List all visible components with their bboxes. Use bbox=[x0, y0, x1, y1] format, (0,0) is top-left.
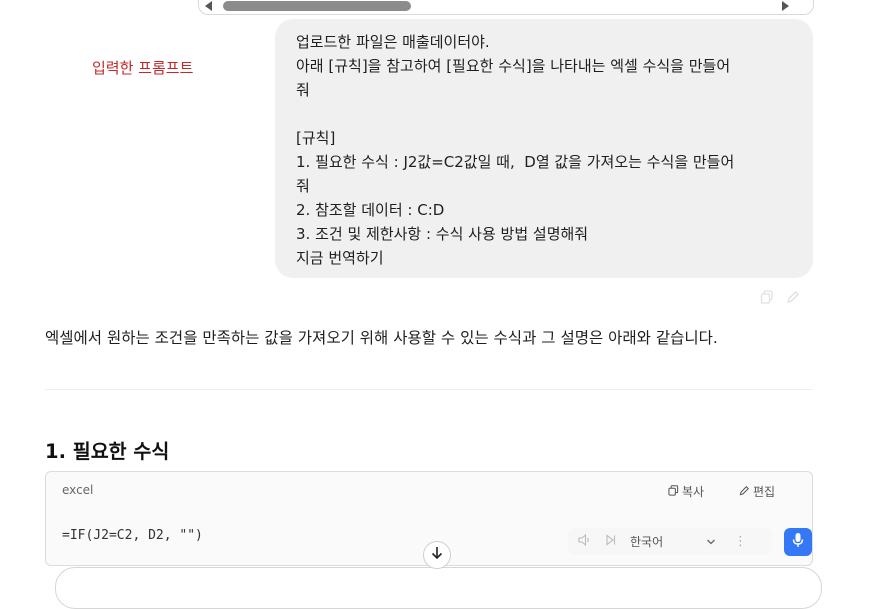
edit-code-button[interactable]: 편집 bbox=[739, 483, 775, 500]
scroll-track[interactable] bbox=[213, 0, 791, 12]
prompt-annotation-label: 입력한 프롬프트 bbox=[92, 59, 194, 77]
answer-intro-text: 엑셀에서 원하는 조건을 만족하는 값을 가져오기 위해 사용할 수 있는 수식… bbox=[45, 329, 718, 347]
copy-code-button[interactable]: 복사 bbox=[668, 483, 704, 500]
user-message-bubble: 업로드한 파일은 매출데이터야. 아래 [규칙]을 참고하여 [필요한 수식]을… bbox=[275, 19, 813, 278]
horizontal-scrollbar[interactable] bbox=[198, 0, 814, 15]
message-line: 줘 bbox=[296, 177, 310, 195]
edit-message-icon[interactable] bbox=[786, 290, 800, 308]
translate-now-link[interactable]: 지금 번역하기 bbox=[296, 246, 793, 270]
message-line: [규칙] bbox=[296, 129, 336, 147]
message-line: 2. 참조할 데이터 : C:D bbox=[296, 201, 445, 219]
message-line: 줘 bbox=[296, 81, 310, 99]
chevron-down-icon[interactable] bbox=[706, 535, 716, 549]
code-content: =IF(J2=C2, D2, "") bbox=[62, 528, 203, 543]
scroll-right-arrow-icon[interactable] bbox=[782, 1, 789, 11]
message-line: 업로드한 파일은 매출데이터야. bbox=[296, 33, 490, 51]
copy-code-label: 복사 bbox=[682, 485, 705, 499]
microphone-button[interactable] bbox=[784, 528, 812, 556]
message-line: 1. 필요한 수식 : J2값=C2값일 때, D열 값을 가져오는 수식을 만… bbox=[296, 153, 735, 171]
copy-icon bbox=[668, 484, 679, 499]
message-line bbox=[296, 102, 793, 126]
scroll-thumb[interactable] bbox=[223, 1, 411, 11]
edit-code-label: 편집 bbox=[753, 485, 776, 499]
more-vertical-icon[interactable]: ⋮ bbox=[734, 534, 747, 549]
scroll-left-arrow-icon[interactable] bbox=[205, 1, 212, 11]
speaker-icon[interactable] bbox=[578, 533, 592, 549]
scroll-to-bottom-button[interactable] bbox=[423, 541, 451, 569]
next-content-card bbox=[55, 567, 822, 609]
message-line: 아래 [규칙]을 참고하여 [필요한 수식]을 나타내는 엑셀 수식을 만들어 bbox=[296, 57, 731, 75]
section-heading: 1. 필요한 수식 bbox=[45, 440, 170, 463]
section-divider bbox=[45, 389, 813, 390]
microphone-icon bbox=[791, 532, 805, 552]
code-language-label: excel bbox=[62, 483, 94, 497]
text-to-speech-bar: 한국어 ⋮ bbox=[568, 528, 772, 555]
skip-icon[interactable] bbox=[606, 534, 616, 549]
message-line: 3. 조건 및 제한사항 : 수식 사용 방법 설명해줘 bbox=[296, 225, 589, 243]
pencil-icon bbox=[739, 485, 750, 499]
arrow-down-icon bbox=[431, 546, 443, 564]
message-actions bbox=[760, 290, 800, 308]
copy-message-icon[interactable] bbox=[760, 290, 774, 308]
tts-language-select[interactable]: 한국어 bbox=[630, 533, 690, 550]
